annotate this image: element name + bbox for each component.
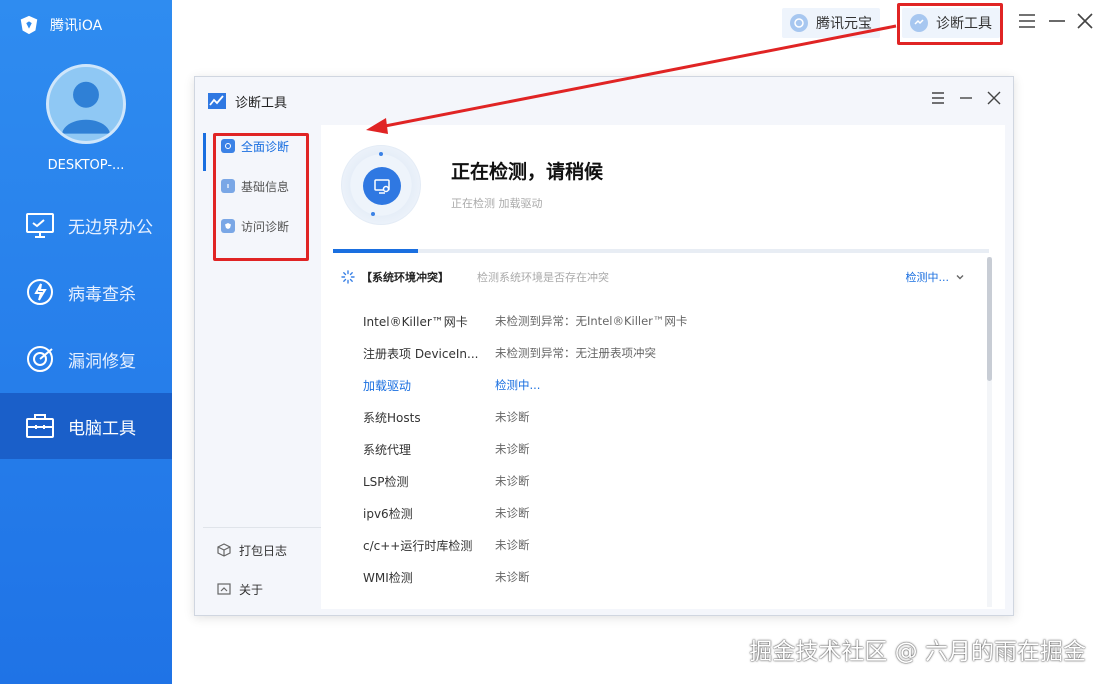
check-row: ipv6检测 未诊断 xyxy=(363,503,963,523)
check-row: 注册表项 DeviceIn... 未检测到异常：无注册表项冲突 xyxy=(363,343,963,363)
check-name: Intel®Killer™网卡 xyxy=(363,314,468,329)
lightning-shield-icon xyxy=(27,279,53,305)
check-row: 系统代理 未诊断 xyxy=(363,439,963,459)
check-row: LSP检测 未诊断 xyxy=(363,471,963,491)
chevron-down-icon xyxy=(956,275,964,280)
highlight-sidebar-tabs xyxy=(213,133,309,261)
check-name: 注册表项 DeviceIn... xyxy=(363,346,479,361)
minimize-icon[interactable] xyxy=(1046,10,1068,32)
scan-animation xyxy=(341,145,421,225)
check-result: 未诊断 xyxy=(495,506,530,520)
close-icon[interactable] xyxy=(1074,10,1096,32)
yuanbao-button[interactable]: 腾讯元宝 xyxy=(782,8,880,38)
check-result: 未诊断 xyxy=(495,410,530,424)
yuanbao-label: 腾讯元宝 xyxy=(816,16,872,32)
check-name: c/c++运行时库检测 xyxy=(363,538,473,553)
section-title: 【系统环境冲突】 xyxy=(361,271,449,284)
section-description: 检测系统环境是否存在冲突 xyxy=(477,271,609,284)
chart-line-icon xyxy=(208,93,226,109)
check-result: 未检测到异常：无注册表项冲突 xyxy=(495,346,656,360)
package-icon xyxy=(217,543,231,557)
yuanbao-icon xyxy=(790,14,808,32)
user-icon xyxy=(61,81,111,134)
shield-logo-icon xyxy=(20,15,38,35)
dialog-minimize-icon[interactable] xyxy=(957,89,975,107)
scan-dot xyxy=(379,152,383,156)
check-name: LSP检测 xyxy=(363,474,409,489)
side-divider xyxy=(203,527,321,528)
dialog-title: 诊断工具 xyxy=(235,95,288,111)
check-result: 未诊断 xyxy=(495,474,530,488)
package-log-label: 打包日志 xyxy=(239,543,288,558)
section-status-label: 检测中... xyxy=(905,271,950,284)
check-row: WMI检测 未诊断 xyxy=(363,567,963,587)
dialog-menu-icon[interactable] xyxy=(929,89,947,107)
scroll-thumb[interactable] xyxy=(987,257,992,381)
watermark: 掘金技术社区 @ 六月的雨在掘金 xyxy=(749,639,1086,665)
brand: 腾讯iOA xyxy=(18,14,102,36)
dialog-close-icon[interactable] xyxy=(985,89,1003,107)
nav-label: 病毒查杀 xyxy=(68,284,136,305)
monitor-icon xyxy=(26,213,54,238)
scan-dot xyxy=(371,212,375,216)
check-result: 未诊断 xyxy=(495,442,530,456)
check-row: 加载驱动 检测中... xyxy=(363,375,963,395)
check-row: 系统Hosts 未诊断 xyxy=(363,407,963,427)
check-name: 系统Hosts xyxy=(363,410,421,425)
progress-fill xyxy=(333,249,419,253)
check-result: 未诊断 xyxy=(495,538,530,552)
info-box-icon xyxy=(217,583,231,595)
nav-item-vuln-fix[interactable]: 漏洞修复 xyxy=(0,326,172,392)
dialog-title-bar: 诊断工具 xyxy=(207,91,287,111)
check-name: WMI检测 xyxy=(363,570,413,585)
section-status[interactable]: 检测中... xyxy=(906,269,966,285)
scan-monitor-icon xyxy=(363,167,401,205)
check-row: c/c++运行时库检测 未诊断 xyxy=(363,535,963,555)
section-header: 【系统环境冲突】 检测系统环境是否存在冲突 检测中... xyxy=(341,267,981,287)
scrollbar[interactable] xyxy=(987,257,992,607)
nav-label: 无边界办公 xyxy=(68,217,153,238)
toolbox-icon xyxy=(26,414,54,438)
nav-label: 漏洞修复 xyxy=(68,351,136,372)
check-result: 未检测到异常：无Intel®Killer™网卡 xyxy=(495,314,688,328)
avatar[interactable] xyxy=(46,64,126,144)
check-name: 系统代理 xyxy=(363,442,412,457)
nav-label: 电脑工具 xyxy=(68,418,136,439)
progress-bar xyxy=(333,249,989,253)
highlight-diagnostic-button xyxy=(897,3,1003,45)
about-label: 关于 xyxy=(239,582,264,597)
check-name: ipv6检测 xyxy=(363,506,413,521)
target-icon xyxy=(27,346,53,372)
about-button[interactable]: 关于 xyxy=(203,571,321,607)
nav-item-virus-scan[interactable]: 病毒查杀 xyxy=(0,259,172,325)
check-row: Intel®Killer™网卡 未检测到异常：无Intel®Killer™网卡 xyxy=(363,311,963,331)
spinner-icon xyxy=(341,270,355,284)
dialog-main: 正在检测，请稍候 正在检测 加载驱动 【系统环境冲突】 检测系统环境是否存在冲突… xyxy=(321,125,1005,609)
status-subtitle: 正在检测 加载驱动 xyxy=(451,197,543,210)
status-title: 正在检测，请稍候 xyxy=(451,161,604,183)
active-indicator xyxy=(203,133,206,171)
package-log-button[interactable]: 打包日志 xyxy=(203,532,321,568)
nav-item-pc-tools[interactable]: 电脑工具 xyxy=(0,393,172,459)
menu-icon[interactable] xyxy=(1016,10,1038,32)
brand-name: 腾讯iOA xyxy=(50,18,103,34)
check-result: 检测中... xyxy=(495,378,541,392)
check-name: 加载驱动 xyxy=(363,378,412,393)
check-result: 未诊断 xyxy=(495,570,530,584)
nav-item-borderless-office[interactable]: 无边界办公 xyxy=(0,192,172,258)
diagnostic-dialog: 诊断工具 全面诊断 基础信息 访问诊断 打包日志 关于 正在检测，请稍候 正在检… xyxy=(194,76,1014,616)
app-sidebar: 腾讯iOA DESKTOP-... 无边界办公 病毒查杀 漏洞修复 电脑工具 xyxy=(0,0,172,684)
device-name: DESKTOP-... xyxy=(47,158,125,173)
